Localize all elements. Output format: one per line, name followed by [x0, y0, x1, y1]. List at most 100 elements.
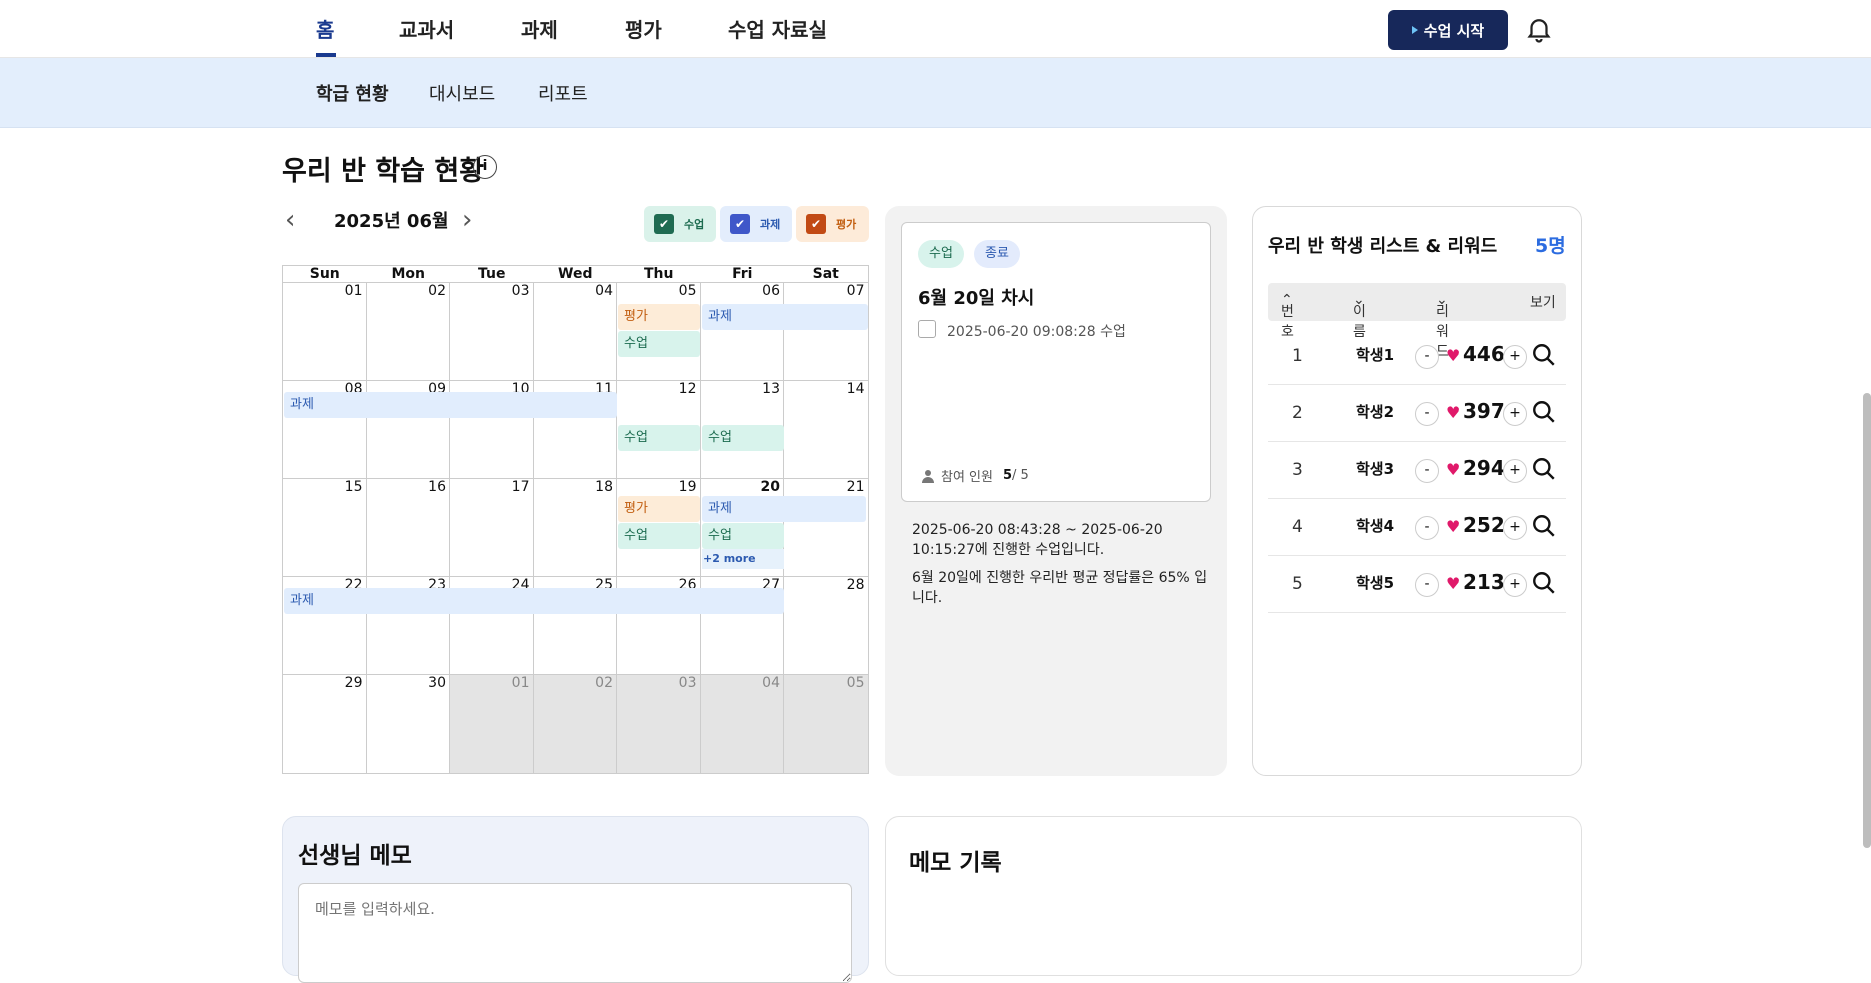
- day-number: 28: [846, 577, 865, 593]
- calendar-day-cell[interactable]: 15: [283, 479, 367, 577]
- calendar-day-cell[interactable]: 03: [450, 283, 534, 381]
- day-number: 19: [678, 479, 697, 495]
- calendar-day-cell[interactable]: 07: [784, 283, 868, 381]
- calendar-day-cell[interactable]: 01: [283, 283, 367, 381]
- filter-evaluation[interactable]: ✔ 평가: [796, 206, 869, 242]
- increase-reward-button[interactable]: +: [1503, 516, 1527, 540]
- scrollbar[interactable]: [1863, 393, 1871, 848]
- event-lesson[interactable]: 수업: [618, 523, 700, 549]
- search-icon[interactable]: [1531, 342, 1557, 368]
- increase-reward-button[interactable]: +: [1503, 573, 1527, 597]
- filter-evaluation-label: 평가: [836, 218, 857, 231]
- subtab-dashboard[interactable]: 대시보드: [429, 80, 495, 106]
- event-assignment[interactable]: 과제: [284, 392, 617, 418]
- student-count: 5명: [1535, 235, 1566, 257]
- event-evaluation[interactable]: 평가: [618, 496, 700, 522]
- day-number: 07: [846, 283, 865, 299]
- calendar-day-cell[interactable]: 04: [533, 283, 617, 381]
- participants-current: 5: [1002, 468, 1013, 483]
- calendar-day-cell[interactable]: 02: [366, 283, 450, 381]
- lesson-title: 6월 20일 차시: [918, 288, 1035, 309]
- calendar-month: 2025년 06월: [334, 211, 449, 232]
- calendar-day-cell[interactable]: 17: [450, 479, 534, 577]
- sort-reward[interactable]: 리워드 ⌄: [1436, 292, 1449, 360]
- student-row: 2 학생2 - ♥ 397 +: [1268, 385, 1566, 442]
- heart-icon: ♥: [1446, 403, 1461, 422]
- heart-icon: ♥: [1446, 517, 1461, 536]
- sort-name[interactable]: 이름 ⌄: [1353, 292, 1366, 340]
- calendar-day-cell[interactable]: 02: [533, 675, 617, 773]
- event-assignment[interactable]: 과제: [702, 304, 868, 330]
- student-name: 학생5: [1356, 574, 1395, 592]
- day-number: 29: [344, 675, 363, 691]
- calendar-day-cell[interactable]: 05: [784, 675, 868, 773]
- increase-reward-button[interactable]: +: [1503, 345, 1527, 369]
- decrease-reward-button[interactable]: -: [1415, 402, 1439, 426]
- tab-assignment[interactable]: 과제: [521, 14, 558, 43]
- top-nav: 홈 교과서 과제 평가 수업 자료실 수업 시작: [0, 0, 1871, 58]
- student-table-header: 번호 ⌃ 이름 ⌄ 리워드 ⌄ 보기: [1268, 283, 1566, 360]
- event-assignment[interactable]: 과제: [284, 588, 784, 614]
- calendar-day-cell[interactable]: 28: [784, 577, 868, 675]
- tab-materials[interactable]: 수업 자료실: [728, 14, 827, 43]
- calendar-day-cell[interactable]: 29: [283, 675, 367, 773]
- event-lesson[interactable]: 수업: [618, 425, 700, 451]
- student-name: 학생1: [1356, 346, 1395, 364]
- subtab-report[interactable]: 리포트: [538, 80, 588, 106]
- memo-input[interactable]: [298, 883, 852, 983]
- tab-evaluation[interactable]: 평가: [625, 14, 662, 43]
- calendar-day-cell[interactable]: 04: [700, 675, 784, 773]
- bell-icon[interactable]: [1524, 14, 1554, 44]
- reward-score: 252: [1463, 513, 1505, 537]
- lesson-summary-accuracy: 6월 20일에 진행한 우리반 평균 정답률은 65% 입니다.: [912, 570, 1208, 606]
- calendar-day-cell[interactable]: 01: [450, 675, 534, 773]
- filter-lesson[interactable]: ✔ 수업: [644, 206, 716, 242]
- info-icon[interactable]: i: [473, 155, 497, 179]
- decrease-reward-button[interactable]: -: [1415, 573, 1439, 597]
- calendar-day-cell[interactable]: 14: [784, 381, 868, 479]
- event-lesson[interactable]: 수업: [618, 331, 700, 357]
- event-evaluation[interactable]: 평가: [618, 304, 700, 330]
- start-lesson-button[interactable]: 수업 시작: [1388, 10, 1508, 50]
- prev-month-icon[interactable]: ‹: [285, 205, 295, 235]
- student-name: 학생2: [1356, 403, 1395, 421]
- sort-number[interactable]: 번호 ⌃: [1281, 292, 1294, 340]
- day-number: 02: [428, 283, 446, 299]
- next-month-icon[interactable]: ›: [462, 205, 472, 235]
- calendar-day-cell[interactable]: 03: [617, 675, 701, 773]
- student-list-title: 우리 반 학생 리스트 & 리워드: [1268, 236, 1498, 257]
- calendar-day-cell[interactable]: 18: [533, 479, 617, 577]
- increase-reward-button[interactable]: +: [1503, 459, 1527, 483]
- increase-reward-button[interactable]: +: [1503, 402, 1527, 426]
- weekday-label: Thu: [644, 266, 674, 282]
- search-icon[interactable]: [1531, 570, 1557, 596]
- more-events-link[interactable]: +2 more: [702, 549, 784, 569]
- heart-icon: ♥: [1446, 574, 1461, 593]
- event-assignment[interactable]: 과제: [702, 496, 866, 522]
- filter-assignment[interactable]: ✔ 과제: [720, 206, 792, 242]
- day-number: 20: [760, 479, 780, 495]
- tab-textbook[interactable]: 교과서: [399, 14, 454, 43]
- day-number: 04: [595, 283, 613, 299]
- participants: 참여 인원 5/ 5: [921, 466, 1029, 485]
- weekday-label: Tue: [478, 266, 506, 282]
- calendar-day-cell[interactable]: 06: [700, 283, 784, 381]
- event-lesson[interactable]: 수업: [702, 425, 784, 451]
- search-icon[interactable]: [1531, 456, 1557, 482]
- subtab-class-status[interactable]: 학급 현황: [316, 80, 389, 106]
- event-lesson[interactable]: 수업: [702, 523, 784, 549]
- calendar-day-cell[interactable]: 30: [367, 675, 450, 773]
- decrease-reward-button[interactable]: -: [1415, 345, 1439, 369]
- lesson-summary-time: 2025-06-20 08:43:28 ~ 2025-06-20 10:15:2…: [912, 522, 1163, 558]
- day-number: 03: [511, 283, 530, 299]
- student-row: 1 학생1 - ♥ 446 +: [1268, 328, 1566, 385]
- decrease-reward-button[interactable]: -: [1415, 459, 1439, 483]
- checkbox-checked-icon: ✔: [654, 214, 674, 234]
- reward-score: 446: [1463, 342, 1505, 366]
- decrease-reward-button[interactable]: -: [1415, 516, 1439, 540]
- tab-home[interactable]: 홈: [316, 14, 334, 43]
- calendar-day-cell[interactable]: 16: [366, 479, 450, 577]
- search-icon[interactable]: [1531, 399, 1557, 425]
- calendar-day-cell[interactable]: 21: [784, 479, 868, 577]
- search-icon[interactable]: [1531, 513, 1557, 539]
